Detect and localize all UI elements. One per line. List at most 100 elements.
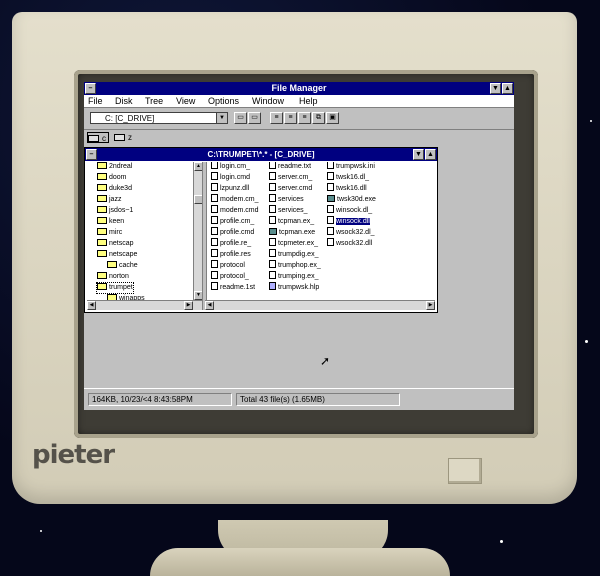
file-item[interactable]: tcpman.exe [269,227,315,238]
screen: File Manager – ▼ ▲ File Disk Tree View O… [84,82,514,410]
menu-window[interactable]: Window [252,96,284,106]
file-item[interactable]: trumpdig.ex_ [269,249,318,260]
maximize-button[interactable]: ▲ [502,83,513,94]
tree-item[interactable]: norton [97,271,129,282]
folder-icon [97,205,107,213]
file-item[interactable]: profile.cm_ [211,216,254,227]
tree-item[interactable]: mirc [97,227,122,238]
file-item[interactable]: server.cm_ [269,172,312,183]
drive-icon [88,135,99,142]
chevron-down-icon[interactable]: ▼ [216,113,227,123]
file-item[interactable]: protocol [211,260,245,271]
tree-item-selected[interactable]: trumpet [96,282,134,294]
drive-c[interactable]: c [87,132,109,143]
file-item[interactable]: profile.res [211,249,251,260]
open-folder-icon [97,282,107,290]
file-item[interactable]: trumphop.ex_ [269,260,321,271]
file-item[interactable]: wsock32.dll [327,238,372,249]
tree-item[interactable]: doom [97,172,127,183]
file-item[interactable]: login.cmd [211,172,250,183]
menu-view[interactable]: View [176,96,195,106]
file-item[interactable]: services [269,194,304,205]
menu-options[interactable]: Options [208,96,239,106]
copy-icon[interactable]: ⧉ [312,112,325,124]
folder-icon [97,162,107,169]
file-item[interactable]: twsk30d.exe [327,194,376,205]
file-item[interactable]: profile.re_ [211,238,251,249]
system-menu-button[interactable]: – [85,83,96,94]
file-item[interactable]: twsk16.dll [327,183,367,194]
file-item[interactable]: lzpunz.dll [211,183,249,194]
scroll-right-icon[interactable]: ▶ [426,301,435,310]
menu-tree[interactable]: Tree [145,96,163,106]
mouse-pointer-icon: ➚ [320,354,331,368]
file-item[interactable]: modem.cmd [211,205,259,216]
file-icon [211,183,218,192]
connect-drive-icon[interactable]: ▭ [234,112,247,124]
menu-help[interactable]: Help [299,96,318,106]
scroll-left-icon[interactable]: ◀ [87,301,96,310]
file-icon [269,194,276,203]
executable-icon [327,194,335,202]
tree-item[interactable]: jsdos~1 [97,205,133,216]
file-icon [211,249,218,258]
file-item[interactable]: winsock.dl_ [327,205,372,216]
file-icon [269,238,276,247]
directory-tree-pane[interactable]: 2ndreal doom duke3d jazz jsdos~1 keen mi… [87,162,193,300]
file-item[interactable]: readme.1st [211,282,255,293]
file-item[interactable]: profile.cmd [211,227,254,238]
scroll-left-icon[interactable]: ◀ [205,301,214,310]
list-view-icon[interactable]: ≡ [284,112,297,124]
status-selection: 164KB, 10/23/<4 8:43:58PM [88,393,232,406]
directory-window-title: C:\TRUMPET\*.* - [C_DRIVE] – ▼ ▲ [85,148,437,161]
file-item[interactable]: tcpmeter.ex_ [269,238,318,249]
file-item-selected[interactable]: winsock.dll [327,216,370,227]
tree-item[interactable]: cache [107,260,138,271]
menu-disk[interactable]: Disk [115,96,133,106]
file-item[interactable]: modem.cm_ [211,194,259,205]
power-button[interactable] [448,458,482,484]
menu-file[interactable]: File [88,96,103,106]
file-icon [211,216,218,225]
file-icon [269,271,276,280]
file-item[interactable]: trumpwsk.hlp [269,282,319,293]
minimize-button[interactable]: ▼ [490,83,501,94]
file-icon [269,205,276,214]
file-item[interactable]: trumpwsk.ini [327,162,375,172]
details-view-icon[interactable]: ≡ [298,112,311,124]
large-icons-view-icon[interactable]: ≡ [270,112,283,124]
tree-item[interactable]: duke3d [97,183,132,194]
properties-icon[interactable]: ▣ [326,112,339,124]
file-item[interactable]: wsock32.dl_ [327,227,375,238]
tree-item[interactable]: keen [97,216,124,227]
tree-item[interactable]: netscap [97,238,134,249]
file-icon [269,162,276,170]
disconnect-drive-icon[interactable]: ▭ [248,112,261,124]
tree-horizontal-scrollbar[interactable]: ◀ ▶ [87,300,202,310]
tree-item[interactable]: 2ndreal [97,162,132,172]
file-icon [211,194,218,203]
drive-z[interactable]: z [114,132,136,143]
drive-select[interactable]: C: [C_DRIVE] ▼ [90,112,228,124]
file-item[interactable]: readme.txt [269,162,311,172]
tree-item[interactable]: netscape [97,249,137,260]
scroll-right-icon[interactable]: ▶ [184,301,193,310]
file-icon [269,183,276,192]
menu-bar: File Disk Tree View Options Window Help [84,95,514,108]
file-item[interactable]: login.cm_ [211,162,250,172]
star [500,540,503,543]
file-list-pane[interactable]: login.cm_ login.cmd lzpunz.dll modem.cm_… [207,162,435,300]
file-item[interactable]: tcpman.ex_ [269,216,314,227]
child-minimize-button[interactable]: ▼ [413,149,424,160]
file-item[interactable]: services_ [269,205,308,216]
status-total: Total 43 file(s) (1.65MB) [236,393,400,406]
folder-icon [97,249,107,257]
files-horizontal-scrollbar[interactable]: ◀ ▶ [205,300,435,310]
file-item[interactable]: twsk16.dl_ [327,172,369,183]
file-item[interactable]: trumping.ex_ [269,271,318,282]
child-system-menu-button[interactable]: – [86,149,97,160]
tree-item[interactable]: jazz [97,194,121,205]
file-item[interactable]: server.cmd [269,183,312,194]
file-item[interactable]: protocol_ [211,271,249,282]
child-maximize-button[interactable]: ▲ [425,149,436,160]
